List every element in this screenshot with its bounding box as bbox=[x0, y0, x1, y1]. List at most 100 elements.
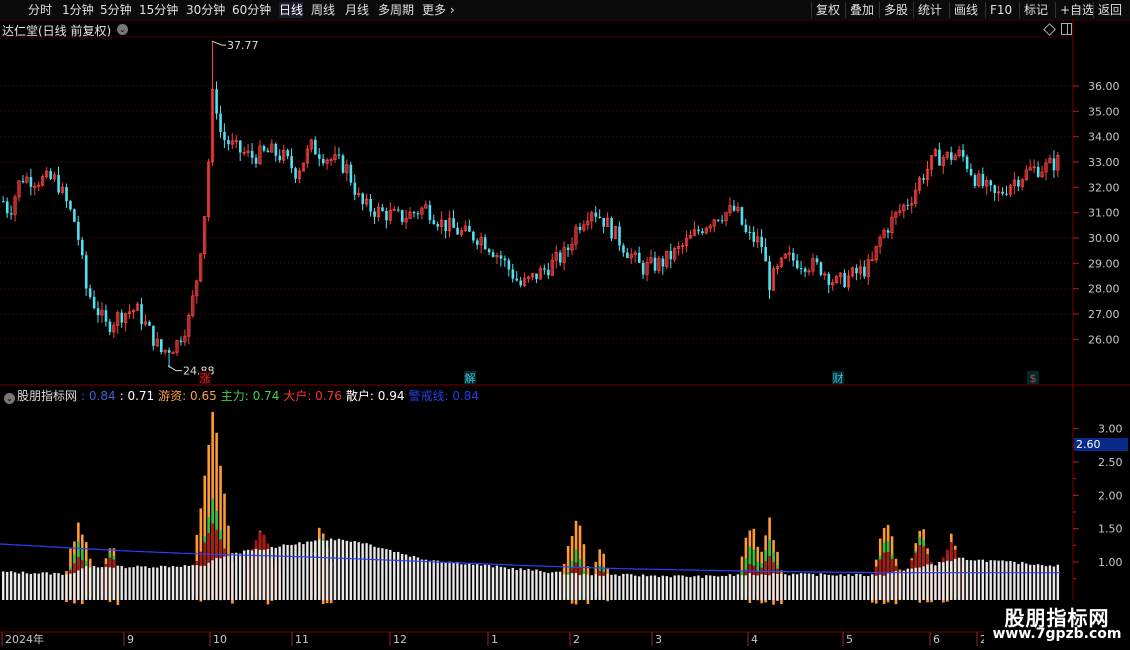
retail-bar bbox=[566, 574, 570, 600]
retail-bar bbox=[709, 575, 712, 600]
retail-bar bbox=[942, 562, 945, 600]
indicator-value-1: : 0.71 bbox=[119, 389, 155, 403]
candle-body bbox=[92, 296, 96, 309]
retail-bar bbox=[926, 564, 929, 600]
retail-bar bbox=[432, 560, 435, 600]
indicator-axis-label: 1.00 bbox=[1098, 556, 1123, 569]
retail-bar bbox=[373, 546, 376, 600]
retail-bar bbox=[231, 553, 234, 600]
retail-bar bbox=[760, 574, 763, 600]
retail-bar bbox=[132, 567, 135, 600]
retail-bar bbox=[693, 576, 696, 600]
watermark-url: www.7gpzb.com bbox=[992, 626, 1122, 642]
indicator-name: 股朋指标网 bbox=[17, 389, 78, 403]
candle-body bbox=[803, 268, 807, 272]
retail-bar bbox=[519, 568, 522, 600]
retail-bar bbox=[61, 574, 64, 600]
indicator-value-0: : 0.84 bbox=[81, 389, 116, 403]
retail-bar bbox=[349, 541, 352, 600]
candle-body bbox=[491, 252, 495, 257]
candle-body bbox=[740, 207, 744, 225]
retail-bar bbox=[163, 565, 167, 600]
candle-body bbox=[720, 220, 724, 222]
chart-canvas[interactable]: 36.0035.0034.0033.0032.0031.0030.0029.00… bbox=[0, 0, 1130, 650]
price-axis-label: 28.00 bbox=[1088, 283, 1120, 296]
retail-bar bbox=[871, 574, 874, 600]
retail-bar bbox=[290, 544, 293, 600]
candle-body bbox=[278, 155, 282, 161]
retail-bar bbox=[187, 565, 191, 600]
candle-body bbox=[152, 325, 155, 346]
candle-body bbox=[799, 268, 803, 270]
retail-bar bbox=[843, 575, 846, 600]
retail-bar bbox=[45, 572, 48, 600]
price-axis-label: 27.00 bbox=[1088, 308, 1120, 321]
candle-body bbox=[167, 350, 171, 353]
retail-bar bbox=[424, 559, 428, 600]
retail-bar bbox=[246, 549, 250, 600]
candle-body bbox=[57, 174, 60, 193]
warning-line bbox=[0, 543, 1060, 574]
retail-bar bbox=[96, 567, 100, 600]
retail-bar bbox=[262, 549, 266, 600]
retail-bar bbox=[464, 564, 467, 600]
retail-bar bbox=[764, 574, 767, 600]
candle-body bbox=[827, 273, 831, 285]
low-marker-arrow bbox=[167, 365, 182, 372]
indicator-settings-icon[interactable]: ⌄ bbox=[4, 393, 15, 404]
retail-bar bbox=[53, 572, 56, 600]
candle-body bbox=[77, 221, 80, 240]
retail-bar bbox=[681, 575, 684, 600]
retail-bar bbox=[839, 574, 842, 600]
retail-bar bbox=[5, 571, 9, 600]
retail-bar bbox=[254, 548, 258, 600]
indicator-value-5: 散户: 0.94 bbox=[345, 389, 405, 403]
candle-body bbox=[1001, 191, 1004, 194]
retail-bar bbox=[610, 574, 613, 600]
retail-bar bbox=[993, 560, 996, 600]
retail-bar bbox=[661, 575, 665, 600]
date-axis-label: 12 bbox=[393, 633, 407, 646]
event-marker-3: $ bbox=[1030, 372, 1037, 385]
retail-bar bbox=[558, 571, 562, 600]
retail-bar bbox=[239, 553, 242, 600]
retail-bar bbox=[65, 574, 68, 600]
candle-body bbox=[108, 321, 112, 332]
candle-body bbox=[49, 171, 52, 179]
candle-body bbox=[361, 193, 365, 205]
retail-bar bbox=[160, 565, 163, 600]
retail-bar bbox=[444, 562, 447, 600]
retail-bar bbox=[389, 549, 392, 600]
retail-bar bbox=[381, 548, 384, 600]
date-axis-label: 11 bbox=[295, 633, 309, 646]
retail-bar bbox=[250, 550, 254, 600]
retail-bar bbox=[614, 574, 617, 600]
indicator-axis-label: 1.50 bbox=[1098, 523, 1123, 536]
candle-body bbox=[120, 312, 124, 323]
retail-bar bbox=[894, 571, 898, 600]
retail-bar bbox=[515, 570, 518, 600]
retail-bar bbox=[175, 566, 179, 600]
retail-bar bbox=[902, 570, 905, 600]
candle-body bbox=[294, 168, 297, 179]
candle-body bbox=[84, 255, 88, 289]
retail-bar bbox=[456, 562, 459, 600]
retail-bar bbox=[329, 538, 333, 600]
candle-body bbox=[598, 216, 602, 218]
retail-bar bbox=[776, 573, 779, 600]
retail-bar bbox=[227, 556, 230, 600]
retail-bar bbox=[223, 556, 226, 600]
retail-bar bbox=[487, 565, 491, 600]
retail-bar bbox=[92, 566, 96, 600]
retail-bar bbox=[420, 559, 424, 600]
candle-body bbox=[452, 218, 455, 228]
retail-bar bbox=[13, 572, 17, 600]
candle-body bbox=[73, 209, 76, 222]
candle-body bbox=[432, 220, 436, 225]
candle-body bbox=[21, 180, 25, 183]
candle-body bbox=[641, 262, 645, 275]
candle-body bbox=[219, 113, 222, 132]
retail-bar bbox=[720, 575, 724, 600]
candle-body bbox=[444, 219, 447, 231]
retail-bar bbox=[286, 544, 289, 600]
